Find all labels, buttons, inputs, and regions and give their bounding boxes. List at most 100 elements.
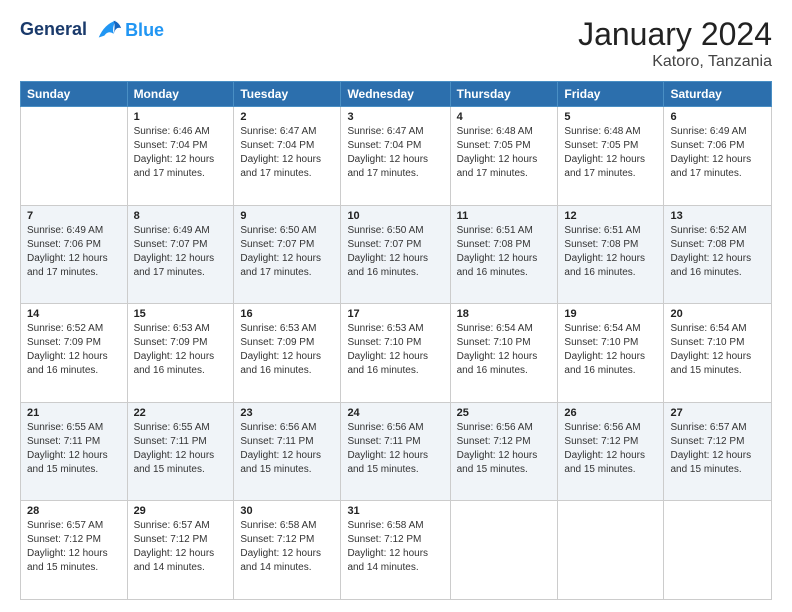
header: General Blue January 2024 Katoro, Tanzan… xyxy=(20,16,772,71)
header-sunday: Sunday xyxy=(21,82,128,107)
day-number: 9 xyxy=(240,210,334,222)
day-info: Sunrise: 6:55 AMSunset: 7:11 PMDaylight:… xyxy=(134,421,228,477)
header-friday: Friday xyxy=(558,82,664,107)
logo-bird-icon xyxy=(95,16,123,44)
day-info: Sunrise: 6:48 AMSunset: 7:05 PMDaylight:… xyxy=(564,125,657,181)
day-info: Sunrise: 6:51 AMSunset: 7:08 PMDaylight:… xyxy=(457,224,552,280)
day-number: 16 xyxy=(240,308,334,320)
calendar-week-row: 7Sunrise: 6:49 AMSunset: 7:06 PMDaylight… xyxy=(21,205,772,304)
calendar-cell: 3 Sunrise: 6:47 AMSunset: 7:04 PMDaylight… xyxy=(341,107,450,206)
calendar-cell: 24 Sunrise: 6:56 AMSunset: 7:11 PMDayligh… xyxy=(341,402,450,501)
day-number: 24 xyxy=(347,407,443,419)
day-number: 19 xyxy=(564,308,657,320)
day-number: 23 xyxy=(240,407,334,419)
calendar-cell: 23Sunrise: 6:56 AMSunset: 7:11 PMDayligh… xyxy=(234,402,341,501)
day-info: Sunrise: 6:47 AMSunset: 7:04 PMDaylight:… xyxy=(347,125,443,181)
day-info: Sunrise: 6:53 AMSunset: 7:09 PMDaylight:… xyxy=(240,322,334,378)
title-block: January 2024 Katoro, Tanzania xyxy=(578,16,772,71)
header-wednesday: Wednesday xyxy=(341,82,450,107)
calendar-cell: 2Sunrise: 6:47 AMSunset: 7:04 PMDaylight… xyxy=(234,107,341,206)
calendar-cell: 4Sunrise: 6:48 AMSunset: 7:05 PMDaylight… xyxy=(450,107,558,206)
day-info: Sunrise: 6:46 AMSunset: 7:04 PMDaylight:… xyxy=(134,125,228,181)
calendar-cell: 31Sunrise: 6:58 AMSunset: 7:12 PMDayligh… xyxy=(341,501,450,600)
calendar-cell: 21Sunrise: 6:55 AMSunset: 7:11 PMDayligh… xyxy=(21,402,128,501)
calendar-week-row: 1 Sunrise: 6:46 AMSunset: 7:04 PMDaylight… xyxy=(21,107,772,206)
day-number: 10 xyxy=(347,210,443,222)
day-info: Sunrise: 6:58 AMSunset: 7:12 PMDaylight:… xyxy=(347,519,443,575)
calendar-week-row: 21Sunrise: 6:55 AMSunset: 7:11 PMDayligh… xyxy=(21,402,772,501)
calendar-cell: 19 Sunrise: 6:54 AMSunset: 7:10 PMDayligh… xyxy=(558,304,664,403)
calendar-cell: 18Sunrise: 6:54 AMSunset: 7:10 PMDayligh… xyxy=(450,304,558,403)
calendar-cell: 28Sunrise: 6:57 AMSunset: 7:12 PMDayligh… xyxy=(21,501,128,600)
day-number: 5 xyxy=(564,111,657,123)
day-number: 14 xyxy=(27,308,121,320)
calendar-cell xyxy=(21,107,128,206)
day-number: 17 xyxy=(347,308,443,320)
calendar-week-row: 28Sunrise: 6:57 AMSunset: 7:12 PMDayligh… xyxy=(21,501,772,600)
calendar-cell: 11 Sunrise: 6:51 AMSunset: 7:08 PMDayligh… xyxy=(450,205,558,304)
day-info: Sunrise: 6:56 AMSunset: 7:12 PMDaylight:… xyxy=(564,421,657,477)
day-number: 6 xyxy=(670,111,765,123)
calendar-cell: 8 Sunrise: 6:49 AMSunset: 7:07 PMDaylight… xyxy=(127,205,234,304)
header-saturday: Saturday xyxy=(664,82,772,107)
calendar-cell xyxy=(558,501,664,600)
calendar-cell: 30Sunrise: 6:58 AMSunset: 7:12 PMDayligh… xyxy=(234,501,341,600)
calendar-header-row: Sunday Monday Tuesday Wednesday Thursday… xyxy=(21,82,772,107)
day-info: Sunrise: 6:52 AMSunset: 7:08 PMDaylight:… xyxy=(670,224,765,280)
logo-general: General xyxy=(20,19,87,39)
calendar-subtitle: Katoro, Tanzania xyxy=(578,53,772,71)
calendar-cell: 12 Sunrise: 6:51 AMSunset: 7:08 PMDayligh… xyxy=(558,205,664,304)
day-info: Sunrise: 6:51 AMSunset: 7:08 PMDaylight:… xyxy=(564,224,657,280)
day-info: Sunrise: 6:49 AMSunset: 7:07 PMDaylight:… xyxy=(134,224,228,280)
day-info: Sunrise: 6:49 AMSunset: 7:06 PMDaylight:… xyxy=(670,125,765,181)
day-number: 25 xyxy=(457,407,552,419)
day-number: 30 xyxy=(240,505,334,517)
calendar-cell: 5 Sunrise: 6:48 AMSunset: 7:05 PMDaylight… xyxy=(558,107,664,206)
day-info: Sunrise: 6:50 AMSunset: 7:07 PMDaylight:… xyxy=(240,224,334,280)
day-number: 13 xyxy=(670,210,765,222)
calendar-cell: 1 Sunrise: 6:46 AMSunset: 7:04 PMDaylight… xyxy=(127,107,234,206)
day-number: 12 xyxy=(564,210,657,222)
calendar-body: 1 Sunrise: 6:46 AMSunset: 7:04 PMDaylight… xyxy=(21,107,772,600)
day-info: Sunrise: 6:48 AMSunset: 7:05 PMDaylight:… xyxy=(457,125,552,181)
day-info: Sunrise: 6:56 AMSunset: 7:12 PMDaylight:… xyxy=(457,421,552,477)
day-number: 11 xyxy=(457,210,552,222)
day-info: Sunrise: 6:50 AMSunset: 7:07 PMDaylight:… xyxy=(347,224,443,280)
calendar-cell: 6 Sunrise: 6:49 AMSunset: 7:06 PMDaylight… xyxy=(664,107,772,206)
day-info: Sunrise: 6:57 AMSunset: 7:12 PMDaylight:… xyxy=(134,519,228,575)
day-number: 18 xyxy=(457,308,552,320)
logo: General Blue xyxy=(20,16,164,44)
calendar-cell: 22 Sunrise: 6:55 AMSunset: 7:11 PMDayligh… xyxy=(127,402,234,501)
calendar-cell: 10 Sunrise: 6:50 AMSunset: 7:07 PMDayligh… xyxy=(341,205,450,304)
day-number: 29 xyxy=(134,505,228,517)
day-number: 7 xyxy=(27,210,121,222)
header-tuesday: Tuesday xyxy=(234,82,341,107)
calendar-cell: 17Sunrise: 6:53 AMSunset: 7:10 PMDayligh… xyxy=(341,304,450,403)
day-number: 20 xyxy=(670,308,765,320)
day-info: Sunrise: 6:47 AMSunset: 7:04 PMDaylight:… xyxy=(240,125,334,181)
day-info: Sunrise: 6:53 AMSunset: 7:09 PMDaylight:… xyxy=(134,322,228,378)
calendar-title: January 2024 xyxy=(578,16,772,53)
calendar-cell: 26 Sunrise: 6:56 AMSunset: 7:12 PMDayligh… xyxy=(558,402,664,501)
day-info: Sunrise: 6:54 AMSunset: 7:10 PMDaylight:… xyxy=(564,322,657,378)
day-number: 26 xyxy=(564,407,657,419)
day-info: Sunrise: 6:55 AMSunset: 7:11 PMDaylight:… xyxy=(27,421,121,477)
calendar-cell: 27Sunrise: 6:57 AMSunset: 7:12 PMDayligh… xyxy=(664,402,772,501)
calendar-week-row: 14Sunrise: 6:52 AMSunset: 7:09 PMDayligh… xyxy=(21,304,772,403)
day-number: 3 xyxy=(347,111,443,123)
day-number: 22 xyxy=(134,407,228,419)
calendar-cell: 14Sunrise: 6:52 AMSunset: 7:09 PMDayligh… xyxy=(21,304,128,403)
calendar-cell: 16 Sunrise: 6:53 AMSunset: 7:09 PMDayligh… xyxy=(234,304,341,403)
calendar-cell: 15 Sunrise: 6:53 AMSunset: 7:09 PMDayligh… xyxy=(127,304,234,403)
header-monday: Monday xyxy=(127,82,234,107)
day-info: Sunrise: 6:56 AMSunset: 7:11 PMDaylight:… xyxy=(347,421,443,477)
calendar-cell: 7Sunrise: 6:49 AMSunset: 7:06 PMDaylight… xyxy=(21,205,128,304)
calendar-table: Sunday Monday Tuesday Wednesday Thursday… xyxy=(20,81,772,600)
day-number: 8 xyxy=(134,210,228,222)
calendar-cell: 29 Sunrise: 6:57 AMSunset: 7:12 PMDayligh… xyxy=(127,501,234,600)
calendar-cell xyxy=(664,501,772,600)
day-number: 15 xyxy=(134,308,228,320)
calendar-cell xyxy=(450,501,558,600)
day-number: 1 xyxy=(134,111,228,123)
calendar-cell: 13 Sunrise: 6:52 AMSunset: 7:08 PMDayligh… xyxy=(664,205,772,304)
